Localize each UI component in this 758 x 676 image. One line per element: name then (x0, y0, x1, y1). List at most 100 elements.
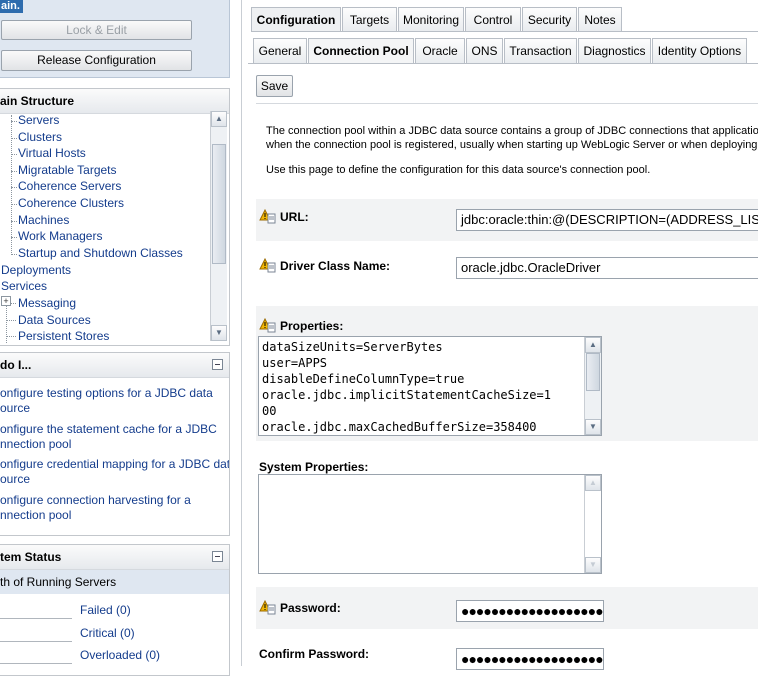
tree-connector (11, 187, 17, 189)
tree-item-servers[interactable]: Servers (18, 113, 59, 127)
subtab-ons[interactable]: ONS (466, 38, 503, 63)
driver-class-label: Driver Class Name: (280, 259, 391, 273)
how-do-i-link[interactable]: nnection pool (0, 437, 71, 451)
scroll-up-arrow-icon[interactable]: ▲ (211, 111, 227, 127)
tab-security[interactable]: Security (522, 7, 577, 31)
tree-item-machines[interactable]: Machines (18, 213, 69, 227)
tree-item-virtual-hosts[interactable]: Virtual Hosts (18, 146, 86, 160)
domain-structure-scrollbar[interactable]: ▲ ▼ (210, 111, 227, 341)
subtab-connection-pool[interactable]: Connection Pool (308, 38, 414, 63)
tree-item-coherence-servers[interactable]: Coherence Servers (18, 179, 121, 193)
tree-item-startup-and-shutdown-classes[interactable]: Startup and Shutdown Classes (18, 246, 183, 260)
how-do-i-link[interactable]: nnection pool (0, 508, 71, 522)
tree-connector (11, 115, 12, 255)
password-label: Password: (280, 601, 341, 615)
driver-class-input[interactable]: oracle.jdbc.OracleDriver (456, 257, 758, 279)
scroll-down-arrow-icon[interactable]: ▼ (585, 557, 601, 573)
tree-connector (11, 253, 17, 255)
confirm-password-input[interactable]: ●●●●●●●●●●●●●●●●●●●● (456, 648, 604, 670)
scroll-down-arrow-icon[interactable]: ▼ (211, 325, 227, 341)
how-do-i-link[interactable]: ource (0, 472, 30, 486)
release-configuration-button[interactable]: Release Configuration (1, 50, 192, 71)
properties-line: dataSizeUnits=ServerBytes (262, 340, 443, 354)
lock-edit-button[interactable]: Lock & Edit (1, 20, 192, 40)
tree-connector (11, 154, 17, 156)
tree-connector (11, 237, 17, 239)
system-properties-scrollbar[interactable]: ▲ ▼ (584, 475, 601, 573)
password-input[interactable]: ●●●●●●●●●●●●●●●●●●●● (456, 600, 604, 622)
column-divider (241, 0, 242, 666)
health-bar (0, 602, 72, 619)
subtab-general[interactable]: General (253, 38, 307, 63)
tree-item-clusters[interactable]: Clusters (18, 130, 62, 144)
scrollbar-thumb[interactable] (212, 144, 226, 264)
header-divider (256, 103, 758, 104)
url-label: URL: (280, 210, 309, 224)
scroll-down-arrow-icon[interactable]: ▼ (585, 419, 601, 435)
collapse-icon[interactable] (212, 551, 223, 562)
tab-targets[interactable]: Targets (342, 7, 397, 31)
tree-item-migratable-targets[interactable]: Migratable Targets (18, 163, 117, 177)
properties-line: oracle.jdbc.maxCachedBufferSize=358400 (262, 420, 537, 434)
tree-connector (6, 320, 16, 321)
how-do-i-link[interactable]: onfigure credential mapping for a JDBC d… (0, 457, 229, 471)
tree-connector (6, 336, 16, 337)
domain-structure-panel: ain Structure Servers Clusters Virtual Hos… (0, 88, 230, 346)
tree-item-data-sources[interactable]: Data Sources (18, 313, 91, 327)
health-bar (0, 647, 72, 664)
tree-connector (11, 121, 17, 122)
tree-item-persistent-stores[interactable]: Persistent Stores (18, 329, 109, 343)
tree-item-work-managers[interactable]: Work Managers (18, 229, 102, 243)
status-failed-link[interactable]: Failed (0) (80, 603, 131, 617)
intro-line-2: when the connection pool is registered, … (266, 139, 758, 151)
tab-monitoring[interactable]: Monitoring (398, 7, 464, 31)
tree-item-deployments[interactable]: Deployments (1, 263, 71, 277)
tree-item-services[interactable]: Services (1, 279, 47, 293)
system-properties-textarea[interactable] (258, 474, 602, 574)
how-do-i-link[interactable]: onfigure the statement cache for a JDBC (0, 422, 217, 436)
how-do-i-link[interactable]: onfigure connection harvesting for a (0, 493, 191, 507)
scroll-up-arrow-icon[interactable]: ▲ (585, 337, 601, 353)
tree-item-messaging[interactable]: Messaging (18, 296, 76, 310)
tab-control[interactable]: Control (465, 7, 521, 31)
how-do-i-panel: do I... onfigure testing options for a J… (0, 352, 230, 536)
tree-item-coherence-clusters[interactable]: Coherence Clusters (18, 196, 124, 210)
change-center-status: ain. (0, 0, 23, 13)
scroll-up-arrow-icon[interactable]: ▲ (585, 475, 601, 491)
properties-line: oracle.jdbc.implicitStatementCacheSize=1 (262, 388, 551, 402)
save-button[interactable]: Save (256, 75, 293, 97)
properties-label: Properties: (280, 319, 344, 333)
tab-notes[interactable]: Notes (578, 7, 622, 31)
subtab-identity-options[interactable]: Identity Options (652, 38, 747, 63)
health-subtitle: th of Running Servers (0, 570, 229, 594)
properties-textarea[interactable]: dataSizeUnits=ServerBytes user=APPS disabl… (258, 336, 602, 436)
how-do-i-link[interactable]: ource (0, 401, 30, 415)
scrollbar-thumb[interactable] (586, 353, 600, 391)
status-critical-link[interactable]: Critical (0) (80, 626, 135, 640)
collapse-icon[interactable] (212, 359, 223, 370)
subtab-transaction[interactable]: Transaction (504, 38, 577, 63)
subtabs-baseline (248, 63, 758, 64)
properties-line: user=APPS (262, 356, 328, 370)
expand-icon[interactable]: + (1, 296, 11, 306)
subtab-diagnostics[interactable]: Diagnostics (578, 38, 651, 63)
properties-line: disableDefineColumnType=true (262, 372, 465, 386)
tree-connector (11, 170, 17, 172)
warning-icon (259, 600, 276, 615)
intro-line-1: The connection pool within a JDBC data s… (266, 125, 758, 137)
confirm-password-label: Confirm Password: (259, 647, 370, 661)
health-bar (0, 625, 72, 642)
url-input[interactable]: jdbc:oracle:thin:@(DESCRIPTION=(ADDRESS_… (456, 209, 758, 231)
tree-connector (11, 137, 17, 139)
tree-connector (11, 220, 17, 222)
warning-icon (259, 209, 276, 224)
tree-connector (11, 204, 17, 205)
status-overloaded-link[interactable]: Overloaded (0) (80, 648, 160, 662)
properties-line: 00 (262, 404, 277, 418)
system-status-title: tem Status (0, 545, 229, 570)
tab-configuration[interactable]: Configuration (251, 7, 341, 31)
properties-scrollbar[interactable]: ▲ ▼ (584, 337, 601, 435)
how-do-i-link[interactable]: onfigure testing options for a JDBC data (0, 386, 213, 400)
tree-connector (10, 303, 16, 304)
subtab-oracle[interactable]: Oracle (415, 38, 465, 63)
